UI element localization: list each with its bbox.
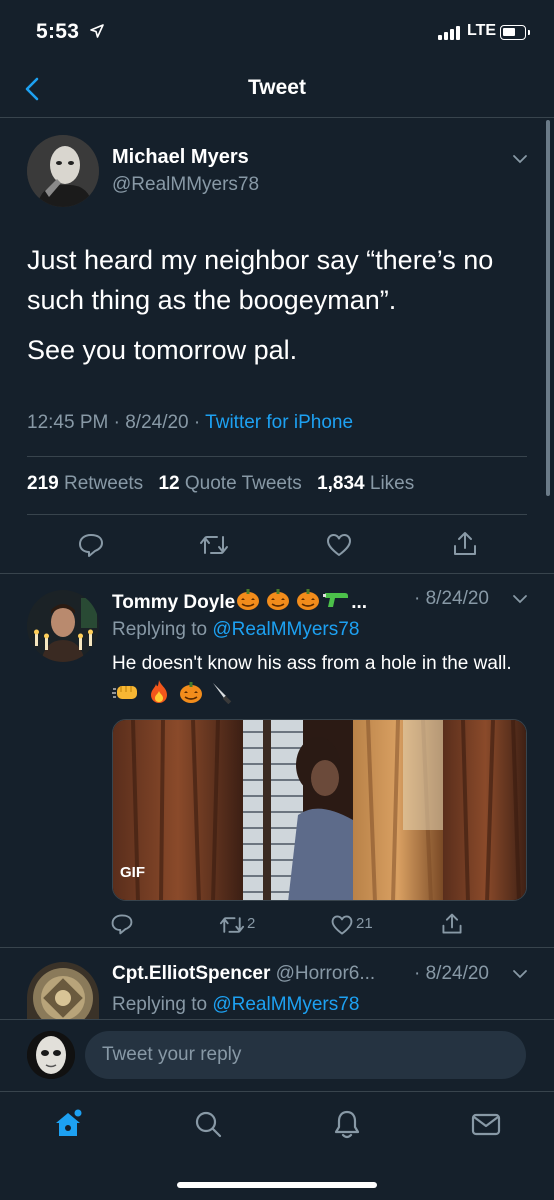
likes-stat[interactable]: 1,834 Likes bbox=[317, 473, 414, 494]
like-icon[interactable] bbox=[325, 531, 353, 559]
tweet-meta: 12:45 PM · 8/24/20 · Twitter for iPhone bbox=[27, 412, 353, 434]
author-avatar[interactable] bbox=[27, 135, 99, 207]
retweet-icon[interactable] bbox=[198, 531, 230, 559]
cellular-signal-icon bbox=[438, 26, 464, 40]
water-pistol-icon bbox=[323, 593, 349, 607]
tweet-text-line2: See you tomorrow pal. bbox=[27, 335, 298, 365]
reply-author-handle: @Horror6... bbox=[275, 963, 376, 984]
chevron-down-icon[interactable] bbox=[512, 594, 528, 604]
mention-link[interactable]: @RealMMyers78 bbox=[212, 619, 359, 640]
knife-icon bbox=[212, 683, 232, 704]
reply-icon[interactable] bbox=[77, 531, 105, 559]
share-icon[interactable] bbox=[451, 529, 479, 559]
divider bbox=[27, 456, 527, 457]
my-avatar[interactable] bbox=[27, 1031, 75, 1079]
reply-input[interactable] bbox=[85, 1031, 526, 1079]
divider bbox=[0, 573, 554, 574]
jack-o-lantern-icon bbox=[179, 682, 202, 703]
reply-date: · 8/24/20 bbox=[414, 963, 489, 984]
tweet-text-line1: Just heard my neighbor say “there’s no s… bbox=[27, 245, 494, 315]
chevron-down-icon[interactable] bbox=[512, 154, 528, 164]
notifications-icon[interactable] bbox=[331, 1108, 363, 1140]
tweet-stats: 219 Retweets 12 Quote Tweets 1,834 Likes bbox=[27, 473, 414, 495]
jack-o-lantern-icon bbox=[237, 589, 260, 610]
tweet-source-link[interactable]: Twitter for iPhone bbox=[205, 412, 353, 433]
divider bbox=[27, 514, 527, 515]
author-handle[interactable]: @RealMMyers78 bbox=[112, 174, 259, 196]
retweet-icon[interactable] bbox=[218, 913, 246, 937]
reply-icon[interactable] bbox=[110, 912, 134, 936]
mention-link[interactable]: @RealMMyers78 bbox=[212, 994, 359, 1015]
reply-gif-media[interactable] bbox=[112, 719, 527, 901]
location-arrow-icon bbox=[90, 24, 104, 38]
home-icon[interactable] bbox=[53, 1108, 85, 1140]
retweet-count: 2 bbox=[247, 915, 256, 932]
jack-o-lantern-icon bbox=[297, 589, 320, 610]
separator: · bbox=[113, 412, 126, 433]
nav-bar: Tweet bbox=[0, 66, 554, 118]
fire-icon bbox=[151, 680, 168, 703]
reply-avatar[interactable] bbox=[27, 590, 99, 662]
like-icon[interactable] bbox=[330, 913, 354, 937]
tweet-time: 12:45 PM bbox=[27, 412, 109, 433]
like-count: 21 bbox=[356, 915, 373, 932]
messages-icon[interactable] bbox=[470, 1108, 502, 1140]
divider bbox=[0, 947, 554, 948]
separator: · bbox=[193, 412, 206, 433]
reply-composer bbox=[0, 1019, 554, 1091]
gif-badge: GIF bbox=[120, 864, 145, 881]
tweet-date: 8/24/20 bbox=[125, 412, 189, 433]
reply-avatar[interactable] bbox=[27, 962, 99, 1019]
replying-to: Replying to @RealMMyers78 bbox=[112, 619, 360, 640]
status-bar: 5:53 LTE bbox=[0, 0, 554, 66]
fist-icon bbox=[112, 686, 137, 699]
reply-date: · 8/24/20 bbox=[414, 588, 489, 609]
reply-author-name[interactable]: Tommy Doyle... bbox=[112, 587, 367, 614]
home-indicator[interactable] bbox=[177, 1182, 377, 1188]
retweets-stat[interactable]: 219 Retweets bbox=[27, 473, 143, 494]
reply-text: He doesn't know his ass from a hole in t… bbox=[112, 650, 532, 710]
network-type: LTE bbox=[467, 22, 497, 39]
author-name[interactable]: Michael Myers bbox=[112, 146, 249, 169]
page-title: Tweet bbox=[248, 76, 306, 99]
chevron-down-icon[interactable] bbox=[512, 969, 528, 979]
quote-tweets-stat[interactable]: 12 Quote Tweets bbox=[158, 473, 301, 494]
battery-icon bbox=[500, 25, 530, 40]
scrollbar[interactable] bbox=[546, 120, 550, 496]
search-icon[interactable] bbox=[192, 1108, 224, 1140]
reply-author-name[interactable]: Cpt.ElliotSpencer @Horror6... bbox=[112, 963, 375, 985]
share-icon[interactable] bbox=[440, 911, 464, 937]
replying-to: Replying to @RealMMyers78 bbox=[112, 994, 360, 1015]
status-time: 5:53 bbox=[36, 20, 80, 43]
jack-o-lantern-icon bbox=[267, 589, 290, 610]
tweet-text: Just heard my neighbor say “there’s no s… bbox=[27, 240, 527, 380]
